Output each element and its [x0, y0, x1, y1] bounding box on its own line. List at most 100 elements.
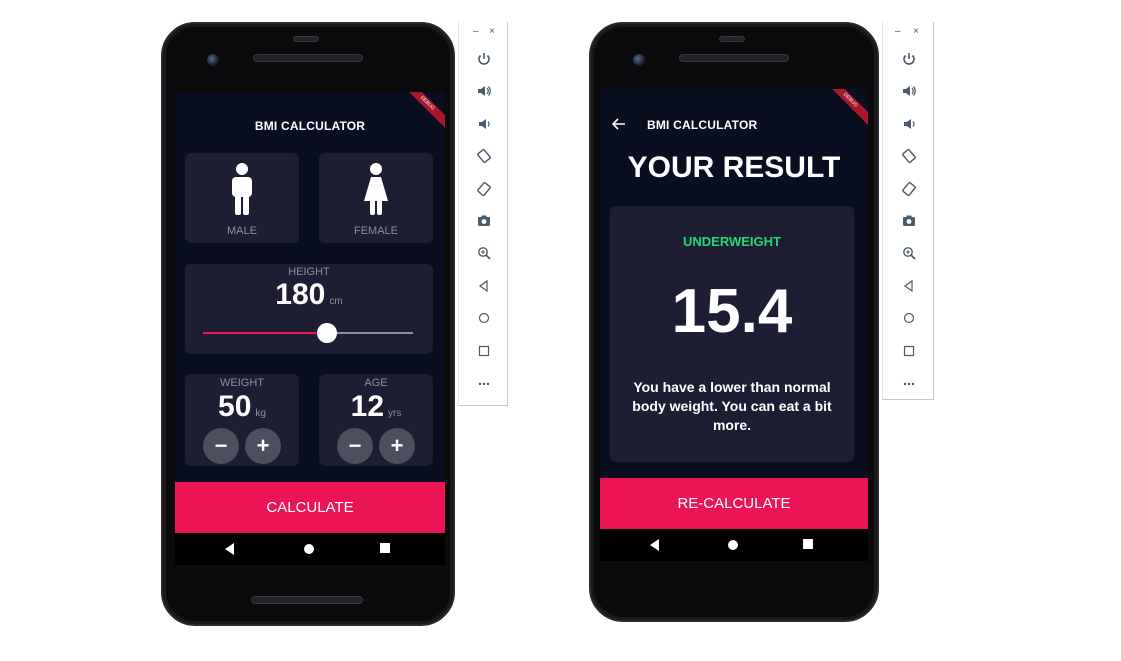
front-camera	[633, 54, 645, 66]
back-icon	[903, 279, 913, 292]
height-readout: 180 cm	[185, 278, 433, 312]
overview-button[interactable]	[896, 338, 922, 364]
rotate-right-icon	[902, 181, 916, 196]
result-screen: DEBUG BMI CALCULATOR YOUR RESULT UNDERWE…	[600, 89, 868, 529]
power-button[interactable]	[471, 46, 497, 72]
age-readout: 12 yrs	[319, 390, 433, 424]
volume-up-icon	[903, 86, 916, 97]
weight-readout: 50 kg	[185, 390, 299, 424]
volume-down-button[interactable]	[471, 111, 497, 137]
volume-down-icon	[904, 118, 915, 129]
calculate-button[interactable]: CALCULATE	[175, 482, 445, 533]
more-icon	[903, 382, 915, 386]
input-screen: DEBUG BMI CALCULATOR MALE FEMALE HEIGHT …	[175, 92, 445, 533]
earpiece	[719, 36, 745, 42]
back-button[interactable]	[896, 273, 922, 299]
age-plus-button[interactable]: +	[379, 428, 415, 464]
result-heading: YOUR RESULT	[627, 151, 841, 184]
female-card[interactable]: FEMALE	[319, 153, 433, 243]
male-label: MALE	[227, 225, 257, 237]
emulator-toolbar-1: – ×	[458, 22, 508, 406]
debug-banner: DEBUG	[825, 89, 868, 125]
height-unit: cm	[329, 296, 343, 307]
zoom-icon	[478, 247, 491, 261]
nav-overview-icon[interactable]	[803, 539, 814, 550]
bmi-advice: You have a lower than normal body weight…	[632, 379, 832, 433]
app-title: BMI CALCULATOR	[647, 118, 758, 132]
weight-value: 50	[218, 390, 252, 423]
close-icon[interactable]: ×	[489, 26, 495, 37]
android-nav-bar	[600, 529, 868, 561]
nav-home-icon[interactable]	[727, 539, 739, 551]
app-title: BMI CALCULATOR	[254, 119, 366, 133]
volume-down-icon	[479, 118, 490, 129]
power-button[interactable]	[896, 46, 922, 72]
age-card: AGE 12 yrs − +	[319, 374, 433, 466]
emulator-toolbar-2: – ×	[882, 22, 934, 400]
height-slider[interactable]	[203, 323, 413, 343]
home-icon	[478, 313, 490, 324]
more-button[interactable]	[471, 370, 497, 396]
top-speaker	[679, 54, 789, 62]
rotate-right-icon	[477, 181, 491, 196]
weight-plus-button[interactable]: +	[245, 428, 281, 464]
overview-button[interactable]	[471, 338, 497, 364]
slider-active-track	[203, 332, 327, 334]
home-icon	[903, 313, 915, 324]
age-unit: yrs	[388, 408, 402, 419]
nav-back-icon[interactable]	[225, 543, 235, 555]
screenshot-icon	[478, 215, 490, 226]
age-label: AGE	[364, 377, 388, 389]
nav-overview-icon[interactable]	[380, 543, 391, 554]
earpiece	[293, 36, 319, 42]
front-camera	[207, 54, 219, 66]
result-card: UNDERWEIGHT 15.4 You have a lower than n…	[610, 206, 854, 462]
bottom-speaker	[251, 596, 363, 604]
age-minus-button[interactable]: −	[337, 428, 373, 464]
nav-back-icon[interactable]	[650, 539, 660, 551]
female-label: FEMALE	[353, 225, 398, 237]
volume-down-button[interactable]	[896, 111, 922, 137]
more-button[interactable]	[896, 370, 922, 396]
back-icon	[478, 279, 488, 292]
rotate-left-icon	[477, 149, 491, 164]
minimize-icon[interactable]: –	[473, 26, 479, 37]
rotate-right-button[interactable]	[471, 176, 497, 202]
recalculate-button[interactable]: RE-CALCULATE	[600, 478, 868, 529]
phone-frame-input: DEBUG BMI CALCULATOR MALE FEMALE HEIGHT …	[161, 22, 455, 626]
nav-home-icon[interactable]	[303, 543, 315, 555]
zoom-icon	[903, 247, 916, 261]
weight-minus-button[interactable]: −	[203, 428, 239, 464]
back-arrow-icon[interactable]	[612, 118, 626, 130]
height-label: HEIGHT	[288, 266, 330, 278]
bmi-value: 15.4	[671, 277, 793, 346]
rotate-left-button[interactable]	[896, 143, 922, 169]
height-value: 180	[275, 278, 326, 311]
home-button[interactable]	[896, 305, 922, 331]
screenshot-button[interactable]	[896, 208, 922, 234]
close-icon[interactable]: ×	[913, 26, 919, 37]
more-icon	[478, 382, 490, 386]
height-card: HEIGHT 180 cm	[185, 264, 433, 354]
zoom-button[interactable]	[896, 240, 922, 266]
weight-card: WEIGHT 50 kg − +	[185, 374, 299, 466]
zoom-button[interactable]	[471, 240, 497, 266]
home-button[interactable]	[471, 305, 497, 331]
rotate-left-button[interactable]	[471, 143, 497, 169]
weight-unit: kg	[255, 408, 266, 419]
top-speaker	[253, 54, 363, 62]
slider-thumb[interactable]	[316, 323, 337, 343]
overview-icon	[903, 345, 915, 356]
male-card[interactable]: MALE	[185, 153, 299, 243]
power-icon	[478, 53, 490, 65]
screenshot-button[interactable]	[471, 208, 497, 234]
back-button[interactable]	[471, 273, 497, 299]
volume-up-button[interactable]	[896, 78, 922, 104]
volume-up-button[interactable]	[471, 78, 497, 104]
phone-frame-result: DEBUG BMI CALCULATOR YOUR RESULT UNDERWE…	[589, 22, 879, 622]
minimize-icon[interactable]: –	[895, 26, 901, 37]
weight-label: WEIGHT	[220, 377, 264, 389]
screenshot-icon	[903, 215, 915, 226]
power-icon	[903, 53, 915, 65]
rotate-right-button[interactable]	[896, 176, 922, 202]
